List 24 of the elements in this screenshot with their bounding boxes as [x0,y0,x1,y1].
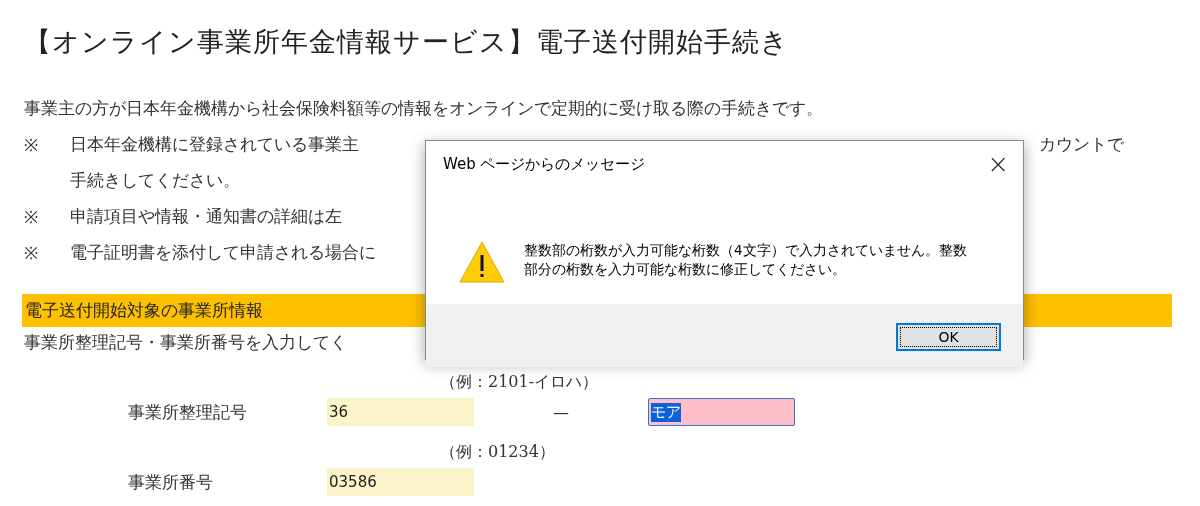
note-mark: ※ [24,205,39,228]
example-hint: （例：01234） [440,442,555,463]
note-mark: ※ [24,133,39,156]
instruction-text: 事業所整理記号・事業所番号を入力してく [24,332,347,352]
input-field[interactable]: モア [648,398,795,426]
note-mark: ※ [24,241,39,264]
intro-text: 手続きしてください。 [70,168,240,192]
ok-button[interactable]: OK [896,323,1001,351]
close-icon[interactable]: × [987,151,1009,177]
warning-icon [458,239,506,284]
input-field[interactable]: 03586 [327,468,474,496]
dash-separator: — [552,402,570,422]
example-hint: （例：2101-イロハ） [440,372,599,393]
intro-text: 電子証明書を添付して申請される場合に [70,240,376,264]
field-label: 事業所番号 [128,471,213,492]
dialog-title: Web ページからのメッセージ [443,154,646,174]
intro-text: 申請項目や情報・通知書の詳細は左 [70,204,342,228]
intro-text: カウントで [1039,132,1124,156]
error-message: 整数部の桁数が入力可能な桁数（4文字）で入力されていません。整数部分の桁数を入力可能な桁数に修正してください。 [524,240,968,279]
intro-text: 事業主の方が日本年金機構から社会保険料額等の情報をオンラインで定期的に受け取る際の手続きです。 [24,96,823,120]
page-title: 【オンライン事業所年金情報サービス】電子送付開始手続き [23,25,790,59]
intro-text: 日本年金機構に登録されている事業主 [70,132,359,156]
field-label: 事業所整理記号 [128,401,247,422]
input-field[interactable]: 36 [327,398,474,426]
